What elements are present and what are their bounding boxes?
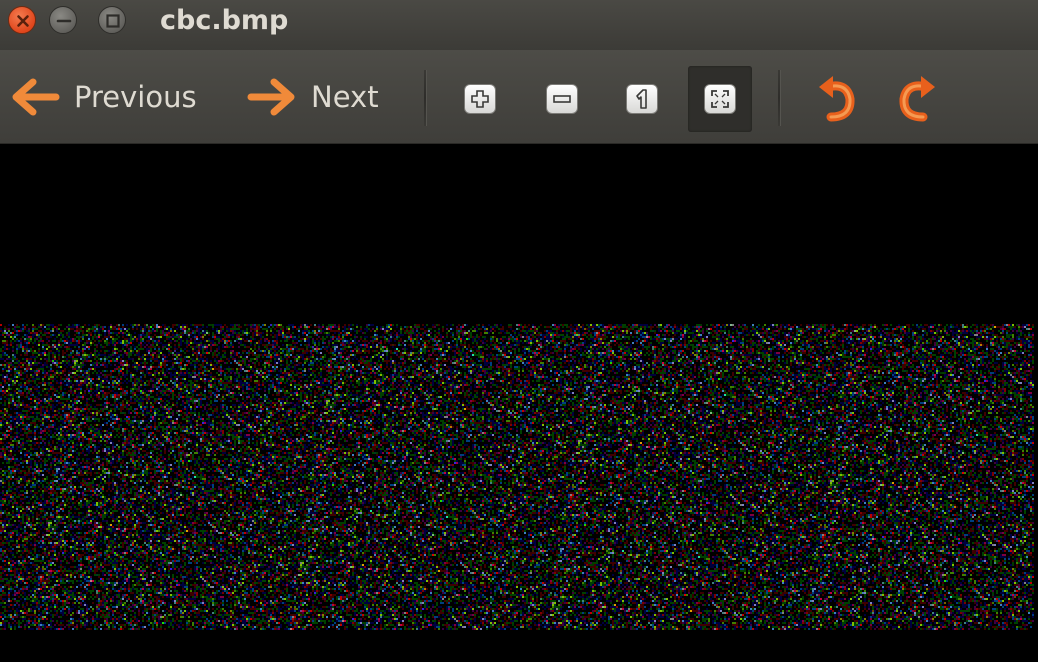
previous-label: Previous [74, 80, 197, 114]
close-button[interactable] [8, 6, 36, 34]
toolbar-separator [424, 70, 427, 126]
minimize-button[interactable] [49, 6, 77, 34]
image-viewport[interactable] [0, 144, 1038, 662]
next-button[interactable]: Next [247, 72, 379, 122]
arrow-right-icon [247, 78, 295, 116]
rotate-left-icon [819, 76, 855, 122]
displayed-image [0, 324, 1034, 630]
close-icon [17, 15, 29, 27]
title-bar[interactable]: cbc.bmp [0, 0, 1038, 50]
minimize-icon [56, 19, 72, 23]
rotate-right-icon [899, 76, 935, 122]
rotate-left-button[interactable] [806, 66, 870, 132]
toolbar: Previous Next [0, 50, 1038, 144]
one-icon [636, 89, 647, 109]
next-label: Next [311, 80, 379, 114]
fit-icon [711, 90, 729, 108]
previous-button[interactable]: Previous [10, 72, 197, 122]
maximize-button[interactable] [98, 6, 126, 34]
zoom-out-button[interactable] [530, 66, 594, 132]
zoom-in-button[interactable] [448, 66, 512, 132]
window-title: cbc.bmp [160, 5, 289, 36]
normal-size-button[interactable] [610, 66, 674, 132]
best-fit-button[interactable] [688, 66, 752, 132]
minus-icon [553, 95, 571, 103]
rotate-right-button[interactable] [884, 66, 948, 132]
image-viewer-window: cbc.bmp Previous Next [0, 0, 1038, 662]
plus-icon [471, 90, 489, 108]
toolbar-separator [778, 70, 781, 126]
maximize-icon [106, 14, 120, 28]
arrow-left-icon [12, 78, 60, 116]
